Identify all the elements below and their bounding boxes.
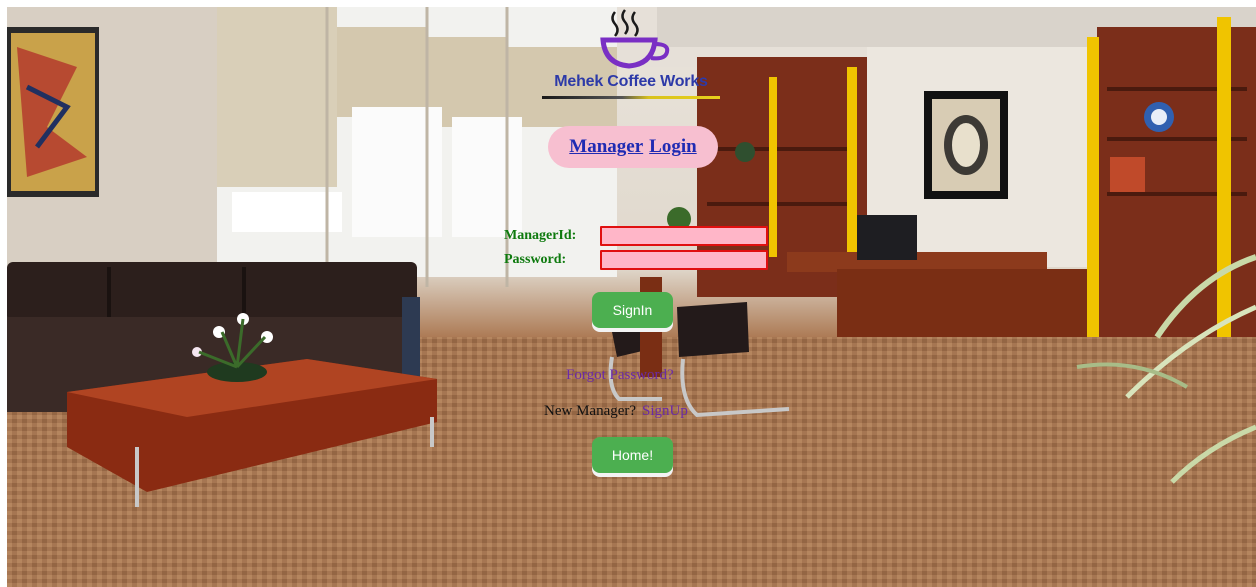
brand-name: Mehek Coffee Works: [554, 73, 708, 90]
new-manager-text: New Manager?: [544, 403, 637, 419]
home-button[interactable]: Home!: [592, 437, 673, 473]
forgot-password-link[interactable]: Forgot Password?: [566, 366, 674, 384]
password-label: Password:: [504, 252, 567, 267]
signup-prompt: New Manager? SignUp: [544, 403, 688, 420]
brand-underline: [542, 96, 720, 99]
title-link-login[interactable]: Login: [649, 136, 697, 158]
signin-button[interactable]: SignIn: [592, 292, 673, 328]
manager-id-label: ManagerId:: [504, 228, 577, 243]
forgot-password-text[interactable]: Forgot Password?: [566, 367, 674, 383]
coffee-cup-icon: [600, 9, 670, 69]
signup-link[interactable]: SignUp: [642, 403, 688, 420]
password-input[interactable]: [600, 250, 768, 270]
page-title: Manager Login: [548, 126, 718, 168]
manager-id-input[interactable]: [600, 226, 768, 246]
title-link-manager[interactable]: Manager: [569, 136, 643, 158]
brand-logo: Mehek Coffee Works: [540, 8, 722, 104]
